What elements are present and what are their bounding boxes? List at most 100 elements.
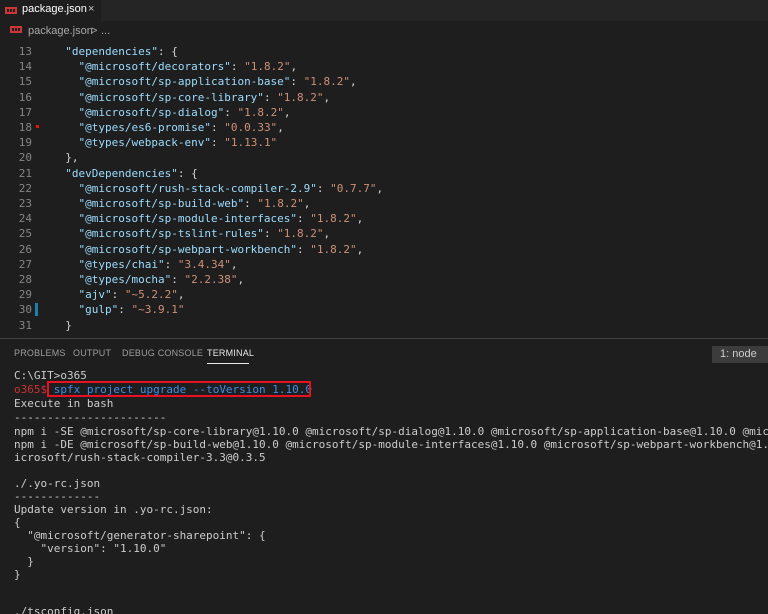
code-line: 26 "@microsoft/sp-webpart-workbench": "1… xyxy=(0,242,768,257)
tab-problems[interactable]: PROBLEMS xyxy=(14,348,66,358)
code-line: 18 "@types/es6-promise": "0.0.33", xyxy=(0,120,768,135)
line-number: 18 xyxy=(18,121,32,134)
json-key: "@microsoft/rush-stack-compiler-2.9" xyxy=(78,181,317,195)
line-number: 21 xyxy=(18,166,32,180)
terminal-line: ----------------------- xyxy=(14,411,167,424)
code-text: "dependencies": { xyxy=(65,45,178,58)
line-number: 27 xyxy=(18,257,32,271)
tab-output[interactable]: OUTPUT xyxy=(73,348,111,358)
line-number: 28 xyxy=(18,273,32,286)
code-text: "devDependencies": { xyxy=(65,166,198,180)
terminal-line: { xyxy=(14,516,21,529)
terminal-select[interactable]: 1: node xyxy=(712,346,768,363)
terminal-line: Update version in .yo-rc.json: xyxy=(14,503,213,516)
json-key: "devDependencies" xyxy=(65,166,178,180)
json-value: "1.8.2" xyxy=(277,227,324,241)
breadcrumb-file[interactable]: package.json xyxy=(28,25,93,37)
line-number: 17 xyxy=(18,105,32,119)
highlight-box xyxy=(47,381,311,397)
json-key: "@types/webpack-env" xyxy=(78,136,211,150)
code-line: 29 "ajv": "~5.2.2", xyxy=(0,287,768,302)
active-tab-indicator xyxy=(207,363,249,364)
code-line: 24 "@microsoft/sp-module-interfaces": "1… xyxy=(0,211,768,226)
code-text: "@microsoft/decorators": "1.8.2", xyxy=(78,60,298,74)
breadcrumb: package.json > ... xyxy=(0,21,768,41)
code-text: } xyxy=(65,318,72,332)
panel-tabs: PROBLEMS OUTPUT DEBUG CONSOLE TERMINAL 1… xyxy=(0,339,768,367)
bottom-panel: PROBLEMS OUTPUT DEBUG CONSOLE TERMINAL 1… xyxy=(0,338,768,614)
line-number: 26 xyxy=(18,242,32,256)
line-number: 13 xyxy=(18,45,32,58)
json-value: "~3.9.1" xyxy=(131,303,185,317)
code-text: "@microsoft/sp-application-base": "1.8.2… xyxy=(78,75,357,89)
code-text: "gulp": "~3.9.1" xyxy=(78,303,185,317)
code-line: 13 "dependencies": { xyxy=(0,44,768,59)
json-key: "@microsoft/sp-webpart-workbench" xyxy=(78,242,298,256)
json-value: "~5.2.2" xyxy=(124,288,178,302)
terminal-line: ./.yo-rc.json xyxy=(14,477,101,490)
code-line: 15 "@microsoft/sp-application-base": "1.… xyxy=(0,74,768,89)
code-text: "@microsoft/sp-webpart-workbench": "1.8.… xyxy=(78,242,364,256)
code-text: "@microsoft/sp-core-library": "1.8.2", xyxy=(78,90,331,104)
npm-file-icon xyxy=(10,25,22,37)
line-number: 25 xyxy=(18,227,32,241)
line-number: 14 xyxy=(18,60,32,74)
terminal-line: ------------- xyxy=(14,490,101,503)
terminal-output[interactable]: C:\GIT>o365 o365$ spfx project upgrade -… xyxy=(0,367,768,614)
tab-debug-console[interactable]: DEBUG CONSOLE xyxy=(122,348,203,358)
json-value: "1.13.1" xyxy=(224,136,278,150)
code-line: 16 "@microsoft/sp-core-library": "1.8.2"… xyxy=(0,90,768,105)
code-text: "@microsoft/sp-dialog": "1.8.2", xyxy=(78,105,291,119)
line-number: 30 xyxy=(18,303,32,317)
line-number: 16 xyxy=(18,90,32,104)
json-key: "@types/es6-promise" xyxy=(78,121,211,134)
close-icon[interactable]: × xyxy=(88,3,94,15)
breadcrumb-more[interactable]: ... xyxy=(101,25,110,37)
chevron-right-icon: > xyxy=(91,25,98,37)
code-line: 20 }, xyxy=(0,150,768,165)
code-line: 27 "@types/chai": "3.4.34", xyxy=(0,257,768,272)
code-text: "@microsoft/sp-tslint-rules": "1.8.2", xyxy=(78,227,331,241)
json-key: "dependencies" xyxy=(65,45,158,58)
code-text: "@microsoft/sp-build-web": "1.8.2", xyxy=(78,197,311,210)
line-number: 19 xyxy=(18,136,32,150)
line-number: 20 xyxy=(18,151,32,165)
code-editor[interactable]: 13 "dependencies": {14 "@microsoft/decor… xyxy=(0,41,768,338)
tab-label: package.json xyxy=(22,3,87,15)
terminal-line: "version": "1.10.0" xyxy=(14,542,167,555)
json-key: "@microsoft/decorators" xyxy=(78,60,231,74)
code-line: 22 "@microsoft/rush-stack-compiler-2.9":… xyxy=(0,181,768,196)
terminal-line: "@microsoft/generator-sharepoint": { xyxy=(14,529,266,542)
json-key: "@microsoft/sp-module-interfaces" xyxy=(78,212,298,226)
tab-terminal[interactable]: TERMINAL xyxy=(207,348,254,358)
json-value: "3.4.34" xyxy=(177,257,231,271)
code-line: 21 "devDependencies": { xyxy=(0,166,768,181)
code-line: 31 } xyxy=(0,318,768,333)
code-line: 14 "@microsoft/decorators": "1.8.2", xyxy=(0,59,768,74)
code-text: "ajv": "~5.2.2", xyxy=(78,288,185,302)
editor-tab-bar: package.json × xyxy=(0,0,768,21)
breakpoint-marker xyxy=(36,125,39,128)
json-value: "1.8.2" xyxy=(257,197,304,210)
line-number: 22 xyxy=(18,181,32,195)
json-value: "0.7.7" xyxy=(330,181,377,195)
json-key: "ajv" xyxy=(78,288,112,302)
code-line: 25 "@microsoft/sp-tslint-rules": "1.8.2"… xyxy=(0,226,768,241)
code-text: "@types/mocha": "2.2.38", xyxy=(78,273,245,286)
json-value: "1.8.2" xyxy=(310,212,357,226)
terminal-line: npm i -SE @microsoft/sp-core-library@1.1… xyxy=(14,425,768,438)
line-number: 23 xyxy=(18,197,32,210)
json-value: "1.8.2" xyxy=(303,75,351,89)
json-key: "gulp" xyxy=(78,303,119,317)
json-value: "0.0.33" xyxy=(224,121,278,134)
tab-package-json[interactable]: package.json × xyxy=(0,0,101,21)
json-key: "@types/mocha" xyxy=(78,273,172,286)
json-key: "@microsoft/sp-application-base" xyxy=(78,75,291,89)
line-number: 24 xyxy=(18,212,32,226)
json-value: "1.8.2" xyxy=(277,90,324,104)
terminal-line: } xyxy=(14,568,21,581)
code-text: }, xyxy=(65,151,79,165)
code-line: 30 "gulp": "~3.9.1" xyxy=(0,302,768,317)
terminal-line: ./tsconfig.json xyxy=(14,605,114,614)
code-text: "@types/webpack-env": "1.13.1" xyxy=(78,136,278,150)
